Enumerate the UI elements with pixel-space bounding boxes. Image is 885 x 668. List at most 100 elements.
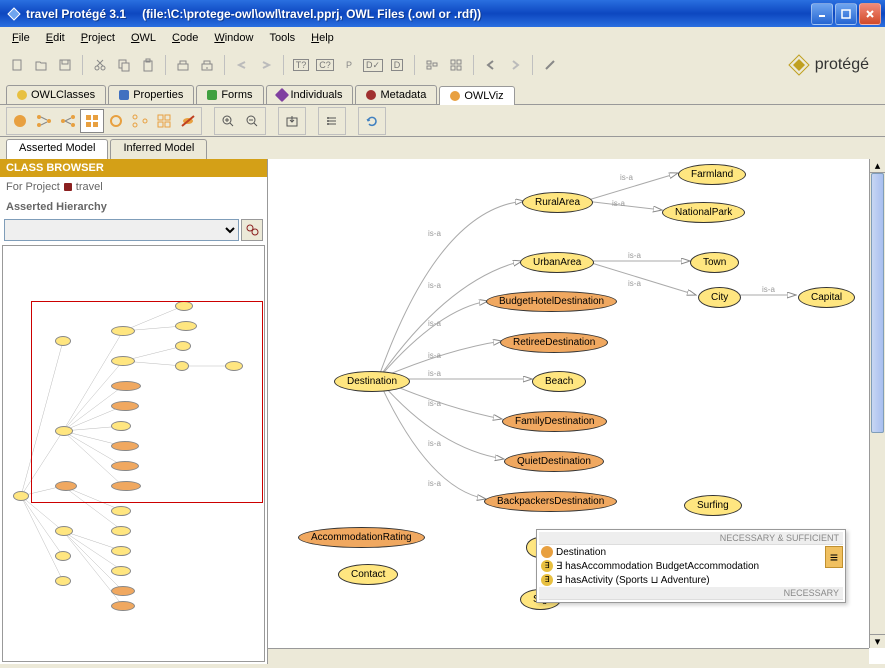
- node-familydest[interactable]: FamilyDestination: [502, 411, 607, 432]
- project-label-row: For Project travel: [0, 177, 267, 197]
- menu-edit[interactable]: Edit: [40, 30, 71, 46]
- tab-metadata[interactable]: Metadata: [355, 85, 437, 104]
- viz-hide-all[interactable]: [152, 109, 176, 133]
- scrollbar-horizontal[interactable]: [268, 648, 869, 664]
- edge-label: is-a: [428, 439, 441, 448]
- node-contact[interactable]: Contact: [338, 564, 398, 585]
- tooltip-header-bottom: NECESSARY: [539, 587, 843, 600]
- logo-text: protégé: [815, 56, 869, 74]
- find-button[interactable]: [241, 219, 263, 241]
- menu-project[interactable]: Project: [75, 30, 121, 46]
- edge-label: is-a: [428, 369, 441, 378]
- node-quietdest[interactable]: QuietDestination: [504, 451, 604, 472]
- tab-properties[interactable]: Properties: [108, 85, 194, 104]
- tab-inferred[interactable]: Inferred Model: [110, 139, 207, 159]
- tab-forms[interactable]: Forms: [196, 85, 263, 104]
- node-backpackers[interactable]: BackpackersDestination: [484, 491, 617, 512]
- tool-p[interactable]: P: [338, 54, 360, 76]
- node-nationalpark[interactable]: NationalPark: [662, 202, 745, 223]
- content-area: CLASS BROWSER For Project travel Asserte…: [0, 159, 885, 664]
- overview-viewport[interactable]: [31, 301, 263, 503]
- tool-d2[interactable]: D: [386, 54, 408, 76]
- viz-show-class[interactable]: [8, 109, 32, 133]
- paste-button[interactable]: [137, 54, 159, 76]
- node-destination[interactable]: Destination: [334, 371, 410, 392]
- viz-show-all[interactable]: [80, 109, 104, 133]
- node-farmland[interactable]: Farmland: [678, 164, 746, 185]
- edge-label: is-a: [762, 285, 775, 294]
- tool-t[interactable]: T?: [290, 54, 312, 76]
- node-urbanarea[interactable]: UrbanArea: [520, 252, 594, 273]
- options-button[interactable]: [320, 109, 344, 133]
- zoom-in-button[interactable]: [216, 109, 240, 133]
- minimize-button[interactable]: [811, 3, 833, 25]
- tab-individuals[interactable]: Individuals: [266, 85, 354, 104]
- node-town[interactable]: Town: [690, 252, 739, 273]
- tool-prev[interactable]: [480, 54, 502, 76]
- menu-window[interactable]: Window: [208, 30, 259, 46]
- node-ruralarea[interactable]: RuralArea: [522, 192, 593, 213]
- viz-hide-selected[interactable]: [176, 109, 200, 133]
- menu-tools[interactable]: Tools: [263, 30, 301, 46]
- node-budgethotel[interactable]: BudgetHotelDestination: [486, 291, 617, 312]
- zoom-out-button[interactable]: [240, 109, 264, 133]
- tool-wand[interactable]: [539, 54, 561, 76]
- copy-button[interactable]: [113, 54, 135, 76]
- viz-show-subs[interactable]: [32, 109, 56, 133]
- tool-boxes[interactable]: [421, 54, 443, 76]
- menu-file[interactable]: File: [6, 30, 36, 46]
- edge-label: is-a: [428, 351, 441, 360]
- archive2-button[interactable]: [196, 54, 218, 76]
- menu-code[interactable]: Code: [166, 30, 204, 46]
- archive-button[interactable]: [172, 54, 194, 76]
- edge-label: is-a: [612, 199, 625, 208]
- viz-show-supers[interactable]: [56, 109, 80, 133]
- restriction-icon: ∃: [541, 574, 553, 586]
- menu-help[interactable]: Help: [305, 30, 340, 46]
- restriction-icon: ∃: [541, 560, 553, 572]
- tool-grid[interactable]: [445, 54, 467, 76]
- export-button[interactable]: [280, 109, 304, 133]
- viz-hide-class[interactable]: [104, 109, 128, 133]
- tab-owlviz[interactable]: OWLViz: [439, 86, 514, 105]
- new-button[interactable]: [6, 54, 28, 76]
- scrollbar-vertical[interactable]: ▴ ▾: [869, 159, 885, 648]
- node-capital[interactable]: Capital: [798, 287, 855, 308]
- tool-c[interactable]: C?: [314, 54, 336, 76]
- logo-icon: [787, 53, 811, 77]
- maximize-button[interactable]: [835, 3, 857, 25]
- window-titlebar: travel Protégé 3.1 (file:\C:\protege-owl…: [0, 0, 885, 27]
- node-surfing[interactable]: Surfing: [684, 495, 742, 516]
- viz-toolbar: [0, 105, 885, 137]
- node-city[interactable]: City: [698, 287, 741, 308]
- overview-panel[interactable]: [2, 245, 265, 662]
- undo-button[interactable]: [231, 54, 253, 76]
- edge-label: is-a: [428, 229, 441, 238]
- scrollbar-thumb[interactable]: [871, 173, 884, 433]
- edge-label: is-a: [428, 399, 441, 408]
- project-icon: [64, 183, 72, 191]
- node-accomrating[interactable]: AccommodationRating: [298, 527, 425, 548]
- cut-button[interactable]: [89, 54, 111, 76]
- tab-asserted[interactable]: Asserted Model: [6, 139, 108, 159]
- menu-owl[interactable]: OWL: [125, 30, 162, 46]
- window-controls: [811, 3, 881, 25]
- tool-next[interactable]: [504, 54, 526, 76]
- open-button[interactable]: [30, 54, 52, 76]
- node-retiree[interactable]: RetireeDestination: [500, 332, 608, 353]
- menubar: File Edit Project OWL Code Window Tools …: [0, 27, 885, 49]
- tooltip-classname: Destination: [556, 547, 606, 558]
- save-button[interactable]: [54, 54, 76, 76]
- node-beach[interactable]: Beach: [532, 371, 586, 392]
- refresh-button[interactable]: [360, 109, 384, 133]
- graph-canvas[interactable]: is-a is-a is-a is-a is-a is-a is-a is-a …: [268, 159, 885, 664]
- tab-owlclasses[interactable]: OWLClasses: [6, 85, 106, 104]
- model-tabs: Asserted Model Inferred Model: [0, 137, 885, 159]
- main-tabs: OWLClasses Properties Forms Individuals …: [0, 81, 885, 105]
- tool-d[interactable]: D✓: [362, 54, 384, 76]
- class-search-combo[interactable]: [4, 219, 239, 241]
- close-button[interactable]: [859, 3, 881, 25]
- viz-hide-subs[interactable]: [128, 109, 152, 133]
- equiv-badge: ≡: [825, 546, 843, 568]
- redo-button[interactable]: [255, 54, 277, 76]
